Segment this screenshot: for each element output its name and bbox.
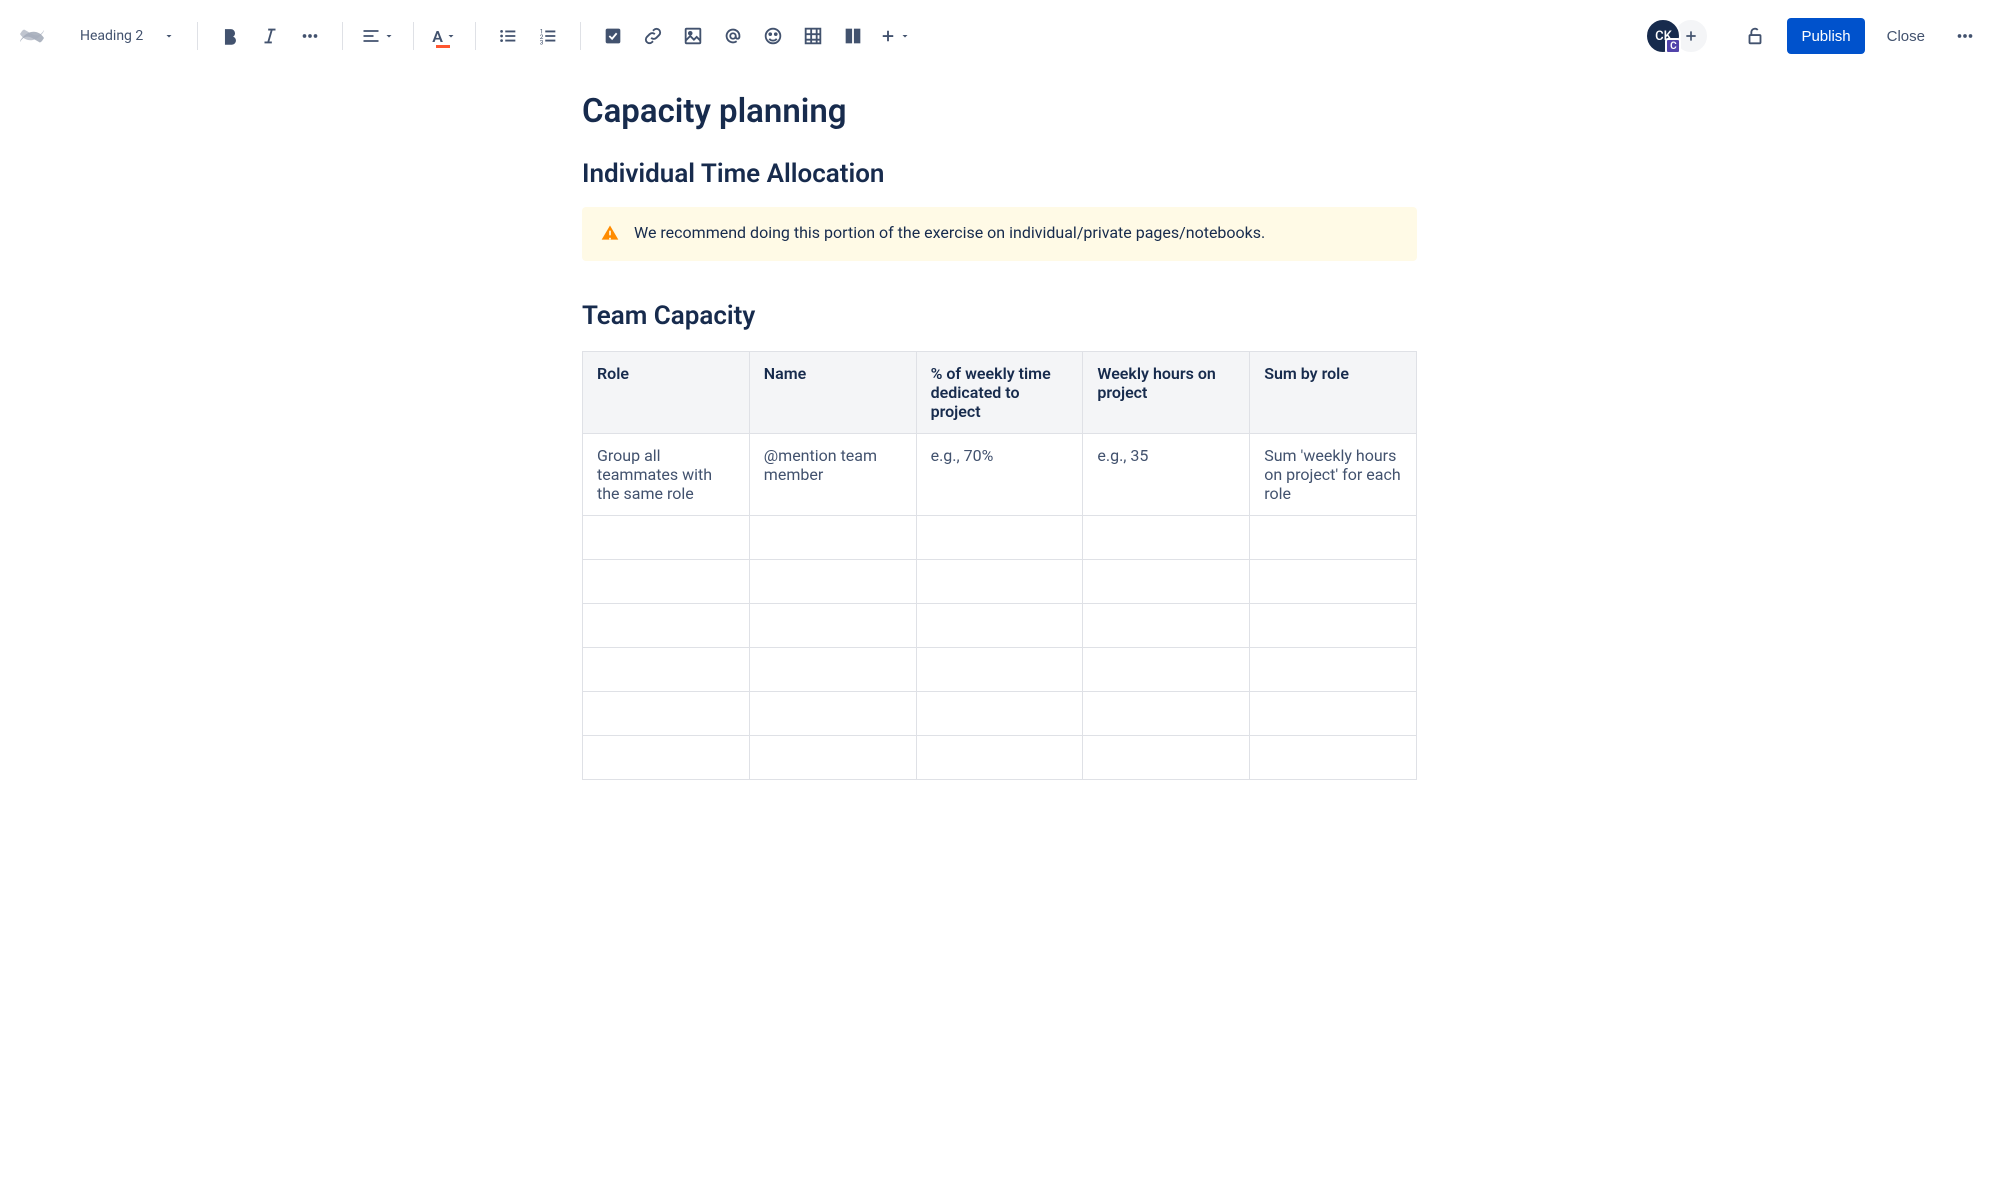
more-actions-button[interactable] <box>1947 18 1983 54</box>
table-cell[interactable] <box>916 692 1083 736</box>
table-cell[interactable]: @mention team member <box>749 434 916 516</box>
warning-icon <box>600 223 620 247</box>
table-cell[interactable]: Sum 'weekly hours on project' for each r… <box>1250 434 1417 516</box>
th-role[interactable]: Role <box>583 352 750 434</box>
table-row[interactable] <box>583 692 1417 736</box>
plus-icon <box>1683 28 1699 44</box>
alignment-button[interactable] <box>357 18 399 54</box>
action-item-button[interactable] <box>595 18 631 54</box>
bold-button[interactable] <box>212 18 248 54</box>
toolbar-divider <box>580 22 581 50</box>
chevron-down-icon <box>445 30 457 42</box>
table-row[interactable] <box>583 736 1417 780</box>
user-avatar[interactable]: CK C <box>1645 18 1681 54</box>
restrictions-button[interactable] <box>1737 18 1773 54</box>
toolbar-divider <box>342 22 343 50</box>
layouts-button[interactable] <box>835 18 871 54</box>
image-button[interactable] <box>675 18 711 54</box>
close-button[interactable]: Close <box>1875 18 1937 54</box>
mention-button[interactable] <box>715 18 751 54</box>
table-cell[interactable]: e.g., 70% <box>916 434 1083 516</box>
chevron-down-icon <box>163 30 175 42</box>
editor-toolbar: Heading 2 A 123 CK C <box>0 0 1999 72</box>
th-sum[interactable]: Sum by role <box>1250 352 1417 434</box>
team-capacity-table[interactable]: Role Name % of weekly time dedicated to … <box>582 351 1417 780</box>
table-row[interactable] <box>583 648 1417 692</box>
toolbar-divider <box>197 22 198 50</box>
table-cell[interactable] <box>583 604 750 648</box>
table-cell[interactable] <box>1083 736 1250 780</box>
heading-individual[interactable]: Individual Time Allocation <box>582 159 1417 189</box>
insert-more-button[interactable] <box>875 18 915 54</box>
toolbar-divider <box>475 22 476 50</box>
table-cell[interactable] <box>1250 516 1417 560</box>
link-button[interactable] <box>635 18 671 54</box>
table-cell[interactable] <box>749 560 916 604</box>
confluence-logo <box>16 20 48 52</box>
table-cell[interactable] <box>1250 736 1417 780</box>
table-row[interactable] <box>583 516 1417 560</box>
table-cell[interactable] <box>583 516 750 560</box>
table-cell[interactable] <box>1083 648 1250 692</box>
th-name[interactable]: Name <box>749 352 916 434</box>
table-header-row: Role Name % of weekly time dedicated to … <box>583 352 1417 434</box>
table-cell[interactable] <box>1250 604 1417 648</box>
page-title[interactable]: Capacity planning <box>582 92 1417 131</box>
table-cell[interactable] <box>916 648 1083 692</box>
table-cell[interactable] <box>916 604 1083 648</box>
table-cell[interactable] <box>583 560 750 604</box>
table-cell[interactable] <box>1083 560 1250 604</box>
warning-panel[interactable]: We recommend doing this portion of the e… <box>582 207 1417 261</box>
table-button[interactable] <box>795 18 831 54</box>
table-cell[interactable] <box>916 516 1083 560</box>
chevron-down-icon <box>383 30 395 42</box>
table-cell[interactable] <box>749 692 916 736</box>
publish-button[interactable]: Publish <box>1787 18 1864 54</box>
collaborators: CK C <box>1645 18 1709 54</box>
svg-text:3: 3 <box>540 38 544 46</box>
table-cell[interactable] <box>583 736 750 780</box>
warning-text[interactable]: We recommend doing this portion of the e… <box>634 221 1265 244</box>
editor-content[interactable]: Capacity planning Individual Time Alloca… <box>582 72 1417 840</box>
text-style-label: Heading 2 <box>80 28 143 44</box>
table-cell[interactable] <box>916 560 1083 604</box>
chevron-down-icon <box>899 30 911 42</box>
unlock-icon <box>1744 25 1766 47</box>
table-cell[interactable] <box>583 692 750 736</box>
italic-button[interactable] <box>252 18 288 54</box>
toolbar-divider <box>413 22 414 50</box>
table-cell[interactable] <box>1083 516 1250 560</box>
table-cell[interactable] <box>1083 604 1250 648</box>
table-cell[interactable] <box>583 648 750 692</box>
text-style-select[interactable]: Heading 2 <box>72 22 183 50</box>
more-formatting-button[interactable] <box>292 18 328 54</box>
text-color-button[interactable]: A <box>428 18 461 54</box>
table-cell[interactable] <box>1083 692 1250 736</box>
avatar-badge: C <box>1665 38 1681 54</box>
table-cell[interactable] <box>749 516 916 560</box>
table-cell[interactable] <box>1250 560 1417 604</box>
th-percent[interactable]: % of weekly time dedicated to project <box>916 352 1083 434</box>
table-cell[interactable] <box>916 736 1083 780</box>
table-cell[interactable] <box>749 736 916 780</box>
table-cell[interactable] <box>749 604 916 648</box>
table-row[interactable]: Group all teammates with the same role@m… <box>583 434 1417 516</box>
table-row[interactable] <box>583 560 1417 604</box>
table-cell[interactable]: Group all teammates with the same role <box>583 434 750 516</box>
table-cell[interactable] <box>1250 648 1417 692</box>
table-cell[interactable]: e.g., 35 <box>1083 434 1250 516</box>
table-cell[interactable] <box>1250 692 1417 736</box>
th-weekly-hours[interactable]: Weekly hours on project <box>1083 352 1250 434</box>
bullet-list-button[interactable] <box>490 18 526 54</box>
table-cell[interactable] <box>749 648 916 692</box>
table-row[interactable] <box>583 604 1417 648</box>
text-color-swatch <box>436 45 450 48</box>
numbered-list-button[interactable]: 123 <box>530 18 566 54</box>
heading-team[interactable]: Team Capacity <box>582 301 1417 331</box>
emoji-button[interactable] <box>755 18 791 54</box>
